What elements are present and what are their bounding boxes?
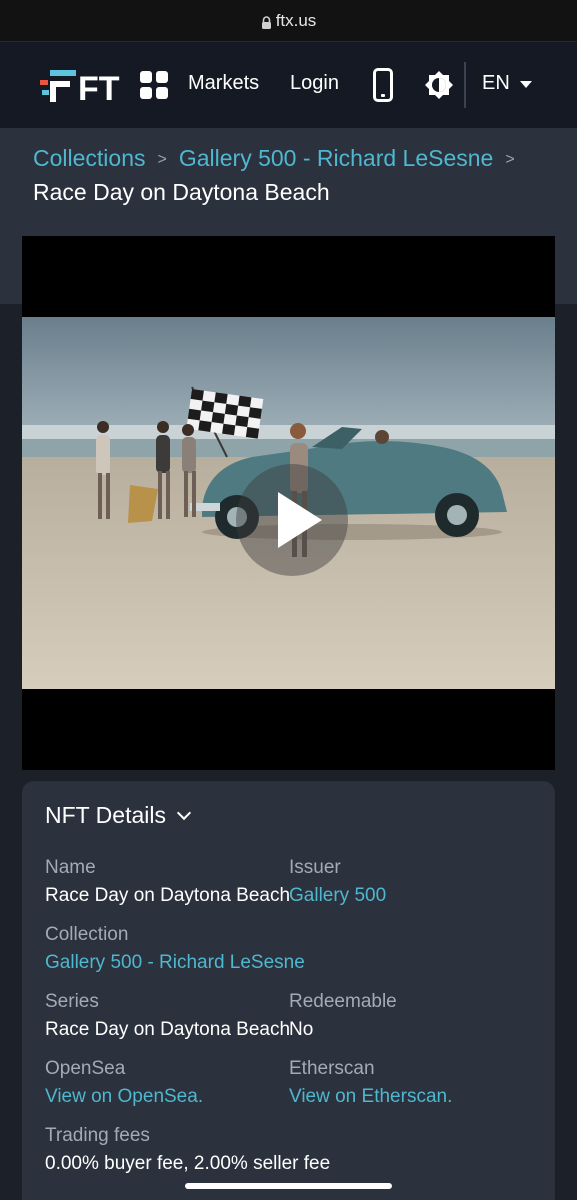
redeemable-label: Redeemable [289,991,397,1012]
trading-fees-label: Trading fees [45,1125,150,1146]
top-nav: FT Markets Login EN [0,42,577,128]
series-value: Race Day on Daytona Beach [45,1019,291,1040]
collection-link[interactable]: Gallery 500 - Richard LeSesne [45,952,305,974]
breadcrumb-separator: > [157,151,167,168]
ftx-logo[interactable]: FT [40,70,120,108]
breadcrumb-collections[interactable]: Collections [33,145,146,171]
etherscan-label: Etherscan [289,1058,375,1079]
opensea-link[interactable]: View on OpenSea. [45,1086,203,1108]
language-label: EN [482,72,510,94]
nft-details-card: NFT Details Name Race Day on Daytona Bea… [22,781,555,1200]
nft-details-toggle[interactable]: NFT Details [45,802,192,829]
lock-icon [261,14,272,29]
language-selector[interactable]: EN [482,72,532,95]
apps-grid-icon[interactable] [140,71,168,99]
breadcrumb-gallery[interactable]: Gallery 500 - Richard LeSesne [179,145,494,171]
breadcrumb-separator: > [505,151,515,168]
collection-label: Collection [45,924,129,945]
home-indicator[interactable] [185,1183,392,1189]
nft-details-title: NFT Details [45,802,166,828]
video-player[interactable] [22,236,555,770]
url-text: ftx.us [275,10,317,30]
nav-markets-link[interactable]: Markets [188,72,259,95]
issuer-label: Issuer [289,857,341,878]
redeemable-value: No [289,1019,314,1040]
nav-login-link[interactable]: Login [290,72,339,95]
mobile-app-icon[interactable] [373,68,393,102]
opensea-label: OpenSea [45,1058,126,1079]
etherscan-link[interactable]: View on Etherscan. [289,1086,452,1108]
name-label: Name [45,857,96,878]
issuer-link[interactable]: Gallery 500 [289,885,386,907]
trading-fees-value: 0.00% buyer fee, 2.00% seller fee [45,1153,331,1174]
logo-text: FT [78,70,120,102]
theme-toggle-icon[interactable] [424,70,454,100]
breadcrumb: Collections > Gallery 500 - Richard LeSesn… [33,143,553,207]
chevron-down-icon [176,805,192,820]
play-button[interactable] [236,464,348,576]
series-label: Series [45,991,99,1012]
nav-divider [464,62,466,108]
browser-url-bar[interactable]: ftx.us [0,0,577,42]
breadcrumb-current-page: Race Day on Daytona Beach [33,179,330,205]
name-value: Race Day on Daytona Beach [45,885,291,906]
caret-down-icon [519,81,532,88]
